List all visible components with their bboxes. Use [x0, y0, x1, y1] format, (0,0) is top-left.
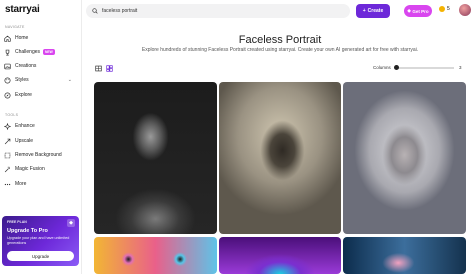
- sidebar-item-label: Upscale: [15, 138, 34, 144]
- sidebar-item-label: More: [15, 181, 27, 187]
- columns-slider-handle[interactable]: [393, 65, 399, 70]
- coin-balance[interactable]: 5: [439, 6, 450, 12]
- plan-label: FREE PLAN: [7, 220, 27, 224]
- get-pro-button[interactable]: ◆ Get Pro: [404, 5, 432, 17]
- image-icon: [4, 63, 11, 70]
- sidebar-item-label: Styles: [15, 77, 29, 83]
- masonry-icon: [105, 64, 113, 72]
- page-subtitle: Explore hundreds of stunning Faceless Po…: [141, 47, 419, 53]
- sidebar-item-home[interactable]: Home: [4, 33, 78, 43]
- logo[interactable]: starryai: [5, 4, 40, 15]
- chevron-down-icon: ⌄: [67, 77, 72, 83]
- gallery-image[interactable]: [343, 237, 466, 274]
- sidebar-item-label: Creations: [15, 63, 37, 69]
- masonry-view-toggle[interactable]: [105, 64, 113, 72]
- navigate-section-label: NAVIGATE: [5, 25, 25, 29]
- coin-count: 5: [447, 6, 450, 12]
- sidebar-item-label: Magic Fusion: [15, 166, 45, 172]
- compass-icon: [4, 91, 11, 99]
- page-title: Faceless Portrait: [238, 34, 322, 46]
- sparkle-icon: [4, 122, 11, 130]
- upgrade-card: FREE PLAN ◆ Upgrade To Pro Upgrade your …: [2, 216, 79, 266]
- trophy-icon: [4, 49, 11, 56]
- gallery-image[interactable]: [94, 237, 217, 274]
- new-badge: NEW: [43, 49, 55, 55]
- diamond-icon: ◆: [67, 219, 75, 227]
- sidebar-item-more[interactable]: More: [4, 179, 78, 189]
- sidebar-item-creations[interactable]: Creations: [4, 61, 78, 71]
- upgrade-button[interactable]: Upgrade: [7, 251, 74, 261]
- sidebar-item-explore[interactable]: Explore: [4, 90, 78, 100]
- home-icon: [4, 35, 11, 42]
- columns-value: 3: [459, 65, 462, 70]
- sidebar-item-challenges[interactable]: Challenges NEW: [4, 47, 78, 57]
- palette-icon: [4, 76, 11, 84]
- search-input[interactable]: faceless portrait: [86, 4, 350, 18]
- sidebar-item-label: Explore: [15, 92, 32, 98]
- create-button[interactable]: + Create: [356, 4, 390, 18]
- magic-icon: [4, 166, 11, 173]
- sidebar-item-label: Enhance: [15, 123, 35, 129]
- sidebar-item-label: Home: [15, 35, 29, 41]
- search-value: faceless portrait: [102, 8, 138, 14]
- grid-icon: [94, 65, 102, 71]
- columns-label: Columns: [373, 65, 391, 70]
- app: starryai NAVIGATE Home Challenges NEW Cr…: [0, 0, 474, 274]
- plus-icon: +: [362, 8, 366, 14]
- more-icon: [4, 181, 11, 188]
- upscale-icon: [4, 138, 11, 145]
- gallery-image[interactable]: [219, 237, 341, 274]
- erase-icon: [4, 152, 11, 159]
- get-pro-label: Get Pro: [412, 8, 429, 14]
- sidebar-item-upscale[interactable]: Upscale: [4, 136, 78, 146]
- sidebar-item-label: Remove Background: [15, 152, 62, 158]
- diamond-icon: ◆: [407, 8, 411, 13]
- coin-icon: [439, 6, 445, 12]
- sidebar-item-label: Challenges: [15, 49, 41, 55]
- search-icon: [92, 8, 98, 14]
- upgrade-description: Upgrade your plan and have unlimited gen…: [7, 236, 70, 245]
- gallery-image[interactable]: [94, 82, 217, 234]
- sidebar-item-magic-fusion[interactable]: Magic Fusion: [4, 164, 78, 174]
- tools-section-label: TOOLS: [5, 113, 19, 117]
- gallery-image[interactable]: [343, 82, 466, 234]
- gallery-image[interactable]: [219, 82, 341, 234]
- avatar[interactable]: [459, 4, 471, 16]
- sidebar: starryai NAVIGATE Home Challenges NEW Cr…: [0, 0, 82, 274]
- create-button-label: Create: [367, 8, 384, 14]
- grid-view-toggle[interactable]: [94, 64, 102, 72]
- sidebar-item-styles[interactable]: Styles ⌄: [4, 75, 78, 85]
- columns-slider-track[interactable]: [396, 67, 454, 69]
- upgrade-title: Upgrade To Pro: [7, 228, 48, 234]
- sidebar-item-enhance[interactable]: Enhance: [4, 121, 78, 131]
- sidebar-item-remove-background[interactable]: Remove Background: [4, 150, 78, 160]
